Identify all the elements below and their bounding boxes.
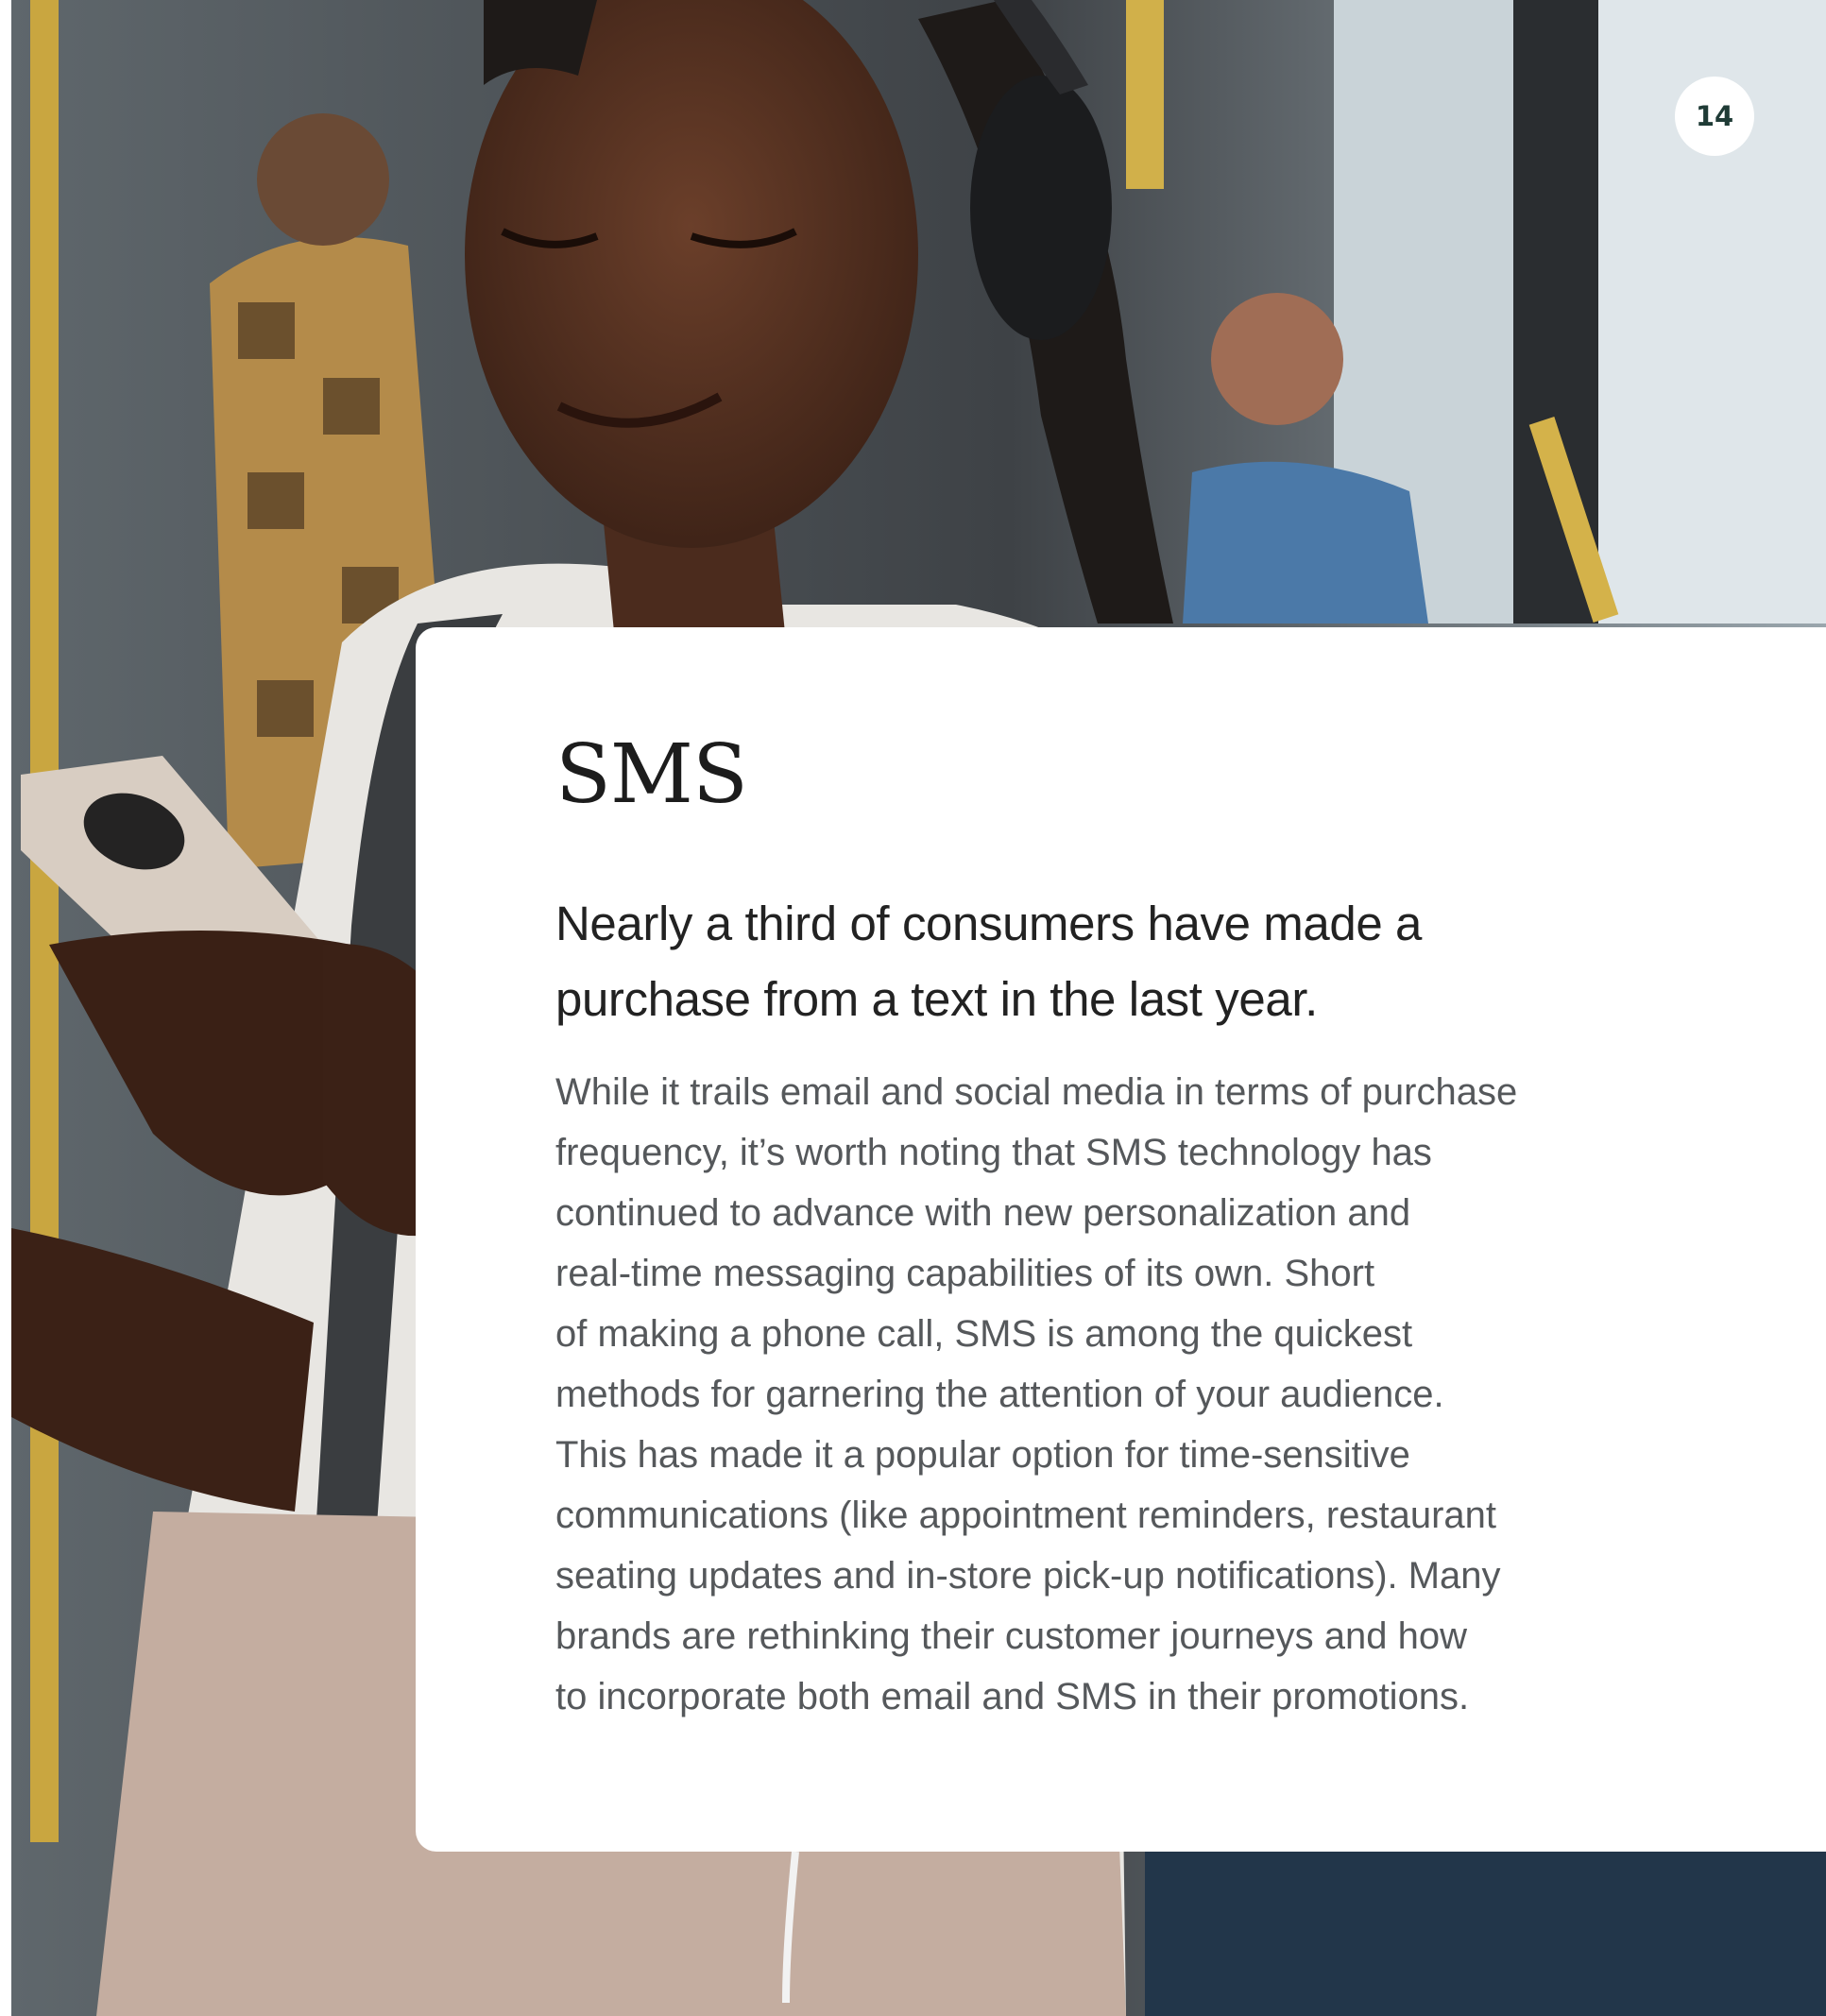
body-line: seating updates and in-store pick-up not… [555, 1555, 1501, 1597]
body-line: While it trails email and social media i… [555, 1071, 1518, 1113]
page-number-badge: 14 [1675, 77, 1754, 156]
content-card: SMS Nearly a third of consumers have mad… [416, 627, 1826, 1852]
body-line: brands are rethinking their customer jou… [555, 1615, 1467, 1657]
body-line: frequency, it’s worth noting that SMS te… [555, 1132, 1432, 1173]
body-line: This has made it a popular option for ti… [555, 1434, 1410, 1476]
body-line: continued to advance with new personaliz… [555, 1192, 1411, 1234]
subtitle-line: Nearly a third of consumers have made a [555, 897, 1423, 950]
card-content: SMS Nearly a third of consumers have mad… [555, 734, 1642, 1727]
section-subtitle: Nearly a third of consumers have made a … [555, 886, 1642, 1037]
body-line: of making a phone call, SMS is among the… [555, 1313, 1413, 1355]
subtitle-line: purchase from a text in the last year. [555, 972, 1318, 1026]
body-line: communications (like appointment reminde… [555, 1495, 1496, 1536]
body-line: to incorporate both email and SMS in the… [555, 1676, 1470, 1717]
body-paragraph: While it trails email and social media i… [555, 1062, 1642, 1727]
body-line: real-time messaging capabilities of its … [555, 1253, 1375, 1294]
body-line: methods for garnering the attention of y… [555, 1374, 1444, 1415]
section-title: SMS [555, 727, 748, 822]
